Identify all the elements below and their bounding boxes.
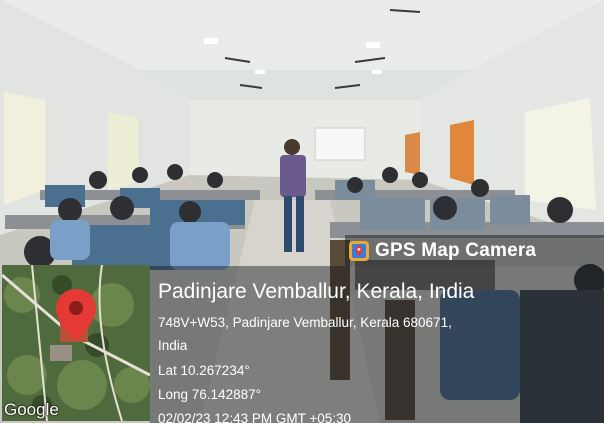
google-logo: Google	[4, 400, 59, 419]
timestamp-text: 02/02/23 12:43 PM GMT +05:30	[158, 411, 352, 426]
gps-map-camera-badge: GPS Map Camera	[345, 235, 604, 266]
map-pin-icon	[56, 289, 96, 341]
badge-label: GPS Map Camera	[375, 239, 537, 261]
location-info-panel: Padinjare Vemballur, Kerala, India 748V+…	[150, 266, 604, 426]
address-line-1: 748V+W53, Padinjare Vemballur, Kerala 68…	[158, 315, 452, 330]
gps-map-camera-icon	[349, 240, 369, 261]
address-line-2: India	[158, 338, 188, 353]
location-map[interactable]: Google	[2, 265, 150, 421]
location-title: Padinjare Vemballur, Kerala, India	[158, 280, 475, 303]
longitude-text: Long 76.142887°	[158, 387, 261, 402]
latitude-text: Lat 10.267234°	[158, 363, 250, 378]
